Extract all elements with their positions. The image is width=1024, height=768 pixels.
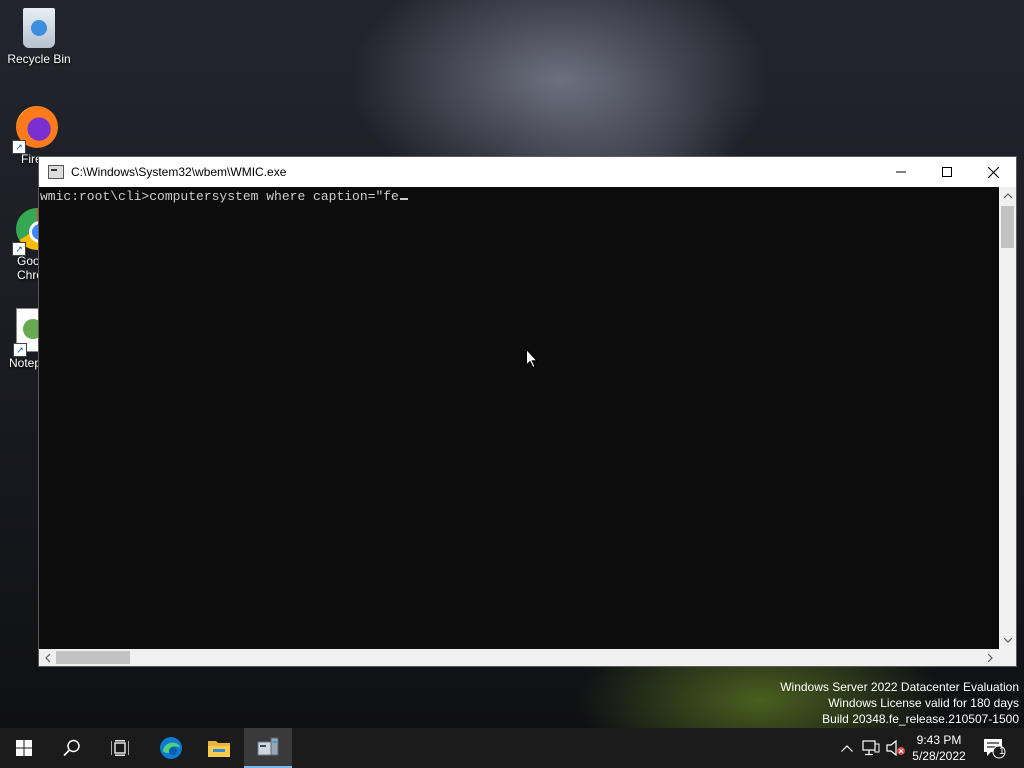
watermark-license: Windows License valid for 180 days [828,696,1019,710]
chevron-down-icon [1003,638,1012,643]
volume-muted-icon [886,740,905,756]
close-icon [987,166,999,178]
minimize-icon [896,171,906,173]
notification-count: 1 [999,746,1005,757]
shortcut-arrow-icon: ↗ [12,140,26,154]
taskbar-clock[interactable]: 9:43 PM 5/28/2022 [904,732,974,764]
network-tray-button[interactable] [860,728,882,768]
vertical-scroll-thumb[interactable] [1001,206,1014,248]
text-cursor [399,198,408,200]
maximize-button[interactable] [924,157,970,187]
mouse-pointer-icon [526,349,538,368]
network-icon [862,740,880,756]
console-icon [48,165,64,179]
action-center-button[interactable]: 1 [980,728,1008,768]
shortcut-arrow-icon: ↗ [13,343,27,357]
chevron-up-icon [841,744,853,752]
chevron-up-icon [1003,193,1012,198]
scroll-left-button[interactable] [39,649,56,666]
wmic-icon [257,737,279,756]
windows-watermark: Windows Server 2022 Datacenter Evaluatio… [780,679,1019,727]
chevron-left-icon [45,653,50,662]
horizontal-scroll-thumb[interactable] [56,651,130,664]
console-line: wmic:root\cli>computersystem where capti… [40,189,408,204]
minimize-button[interactable] [878,157,924,187]
start-button[interactable] [0,728,48,768]
clock-date: 5/28/2022 [912,749,966,763]
task-view-icon [111,740,129,756]
taskbar: 9:43 PM 5/28/2022 1 [0,728,1024,768]
taskbar-file-explorer[interactable] [195,728,243,768]
vertical-scrollbar[interactable] [999,187,1016,649]
scroll-down-button[interactable] [999,632,1016,649]
horizontal-scrollbar[interactable] [39,649,999,666]
console-prompt-text: wmic:root\cli>computersystem where capti… [40,189,399,204]
search-icon [63,739,80,757]
desktop-icon-recycle-bin[interactable]: Recycle Bin [4,8,74,66]
task-view-button[interactable] [96,728,144,768]
close-button[interactable] [970,157,1016,187]
file-explorer-icon [208,741,230,757]
recycle-bin-icon [23,8,55,48]
watermark-edition: Windows Server 2022 Datacenter Evaluatio… [780,680,1019,694]
desktop-icon-label: Recycle Bin [7,52,71,66]
taskbar-edge[interactable] [147,728,195,768]
show-hidden-icons-button[interactable] [838,728,856,768]
desktop-icon-label: Goo Chro [17,254,44,282]
window-title: C:\Windows\System32\wbem\WMIC.exe [71,165,287,179]
firefox-icon: ↗ [12,106,58,154]
chevron-right-icon [988,653,993,662]
console-output[interactable]: wmic:root\cli>computersystem where capti… [39,187,999,649]
search-button[interactable] [48,728,96,768]
maximize-icon [942,167,952,177]
shortcut-arrow-icon: ↗ [12,242,26,256]
start-icon [16,740,32,756]
title-bar[interactable]: C:\Windows\System32\wbem\WMIC.exe [39,157,1016,187]
clock-time: 9:43 PM [916,733,962,747]
watermark-build: Build 20348.fe_release.210507-1500 [822,712,1019,726]
taskbar-wmic[interactable] [244,728,292,768]
scrollbar-corner [999,649,1016,666]
wmic-console-window[interactable]: C:\Windows\System32\wbem\WMIC.exe wmic:r… [38,156,1017,667]
scroll-right-button[interactable] [982,649,999,666]
scroll-up-button[interactable] [999,187,1016,204]
edge-icon [160,737,182,759]
